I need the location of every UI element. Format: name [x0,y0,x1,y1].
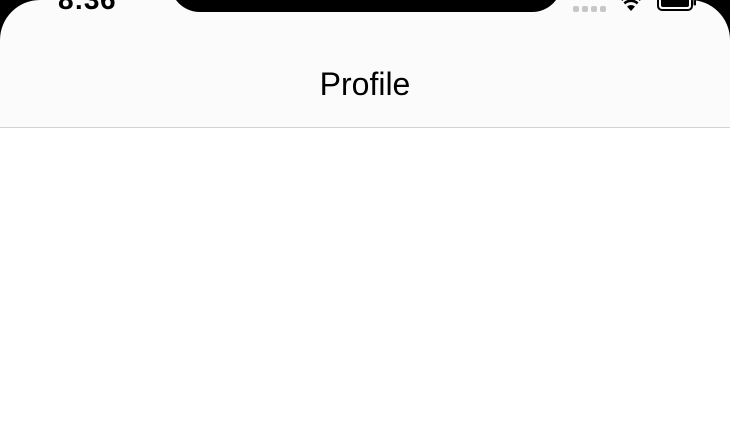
wifi-icon [621,0,641,11]
profile-content [0,128,730,422]
status-bar: 8:36 [0,0,730,20]
device-notch [170,0,562,12]
app-screen: 8:36 Profile [0,0,730,422]
signal-icon [573,4,609,12]
status-time: 8:36 [58,0,116,14]
navigation-bar: 8:36 Profile [0,0,730,128]
page-title: Profile [319,66,411,102]
battery-icon [657,0,696,11]
